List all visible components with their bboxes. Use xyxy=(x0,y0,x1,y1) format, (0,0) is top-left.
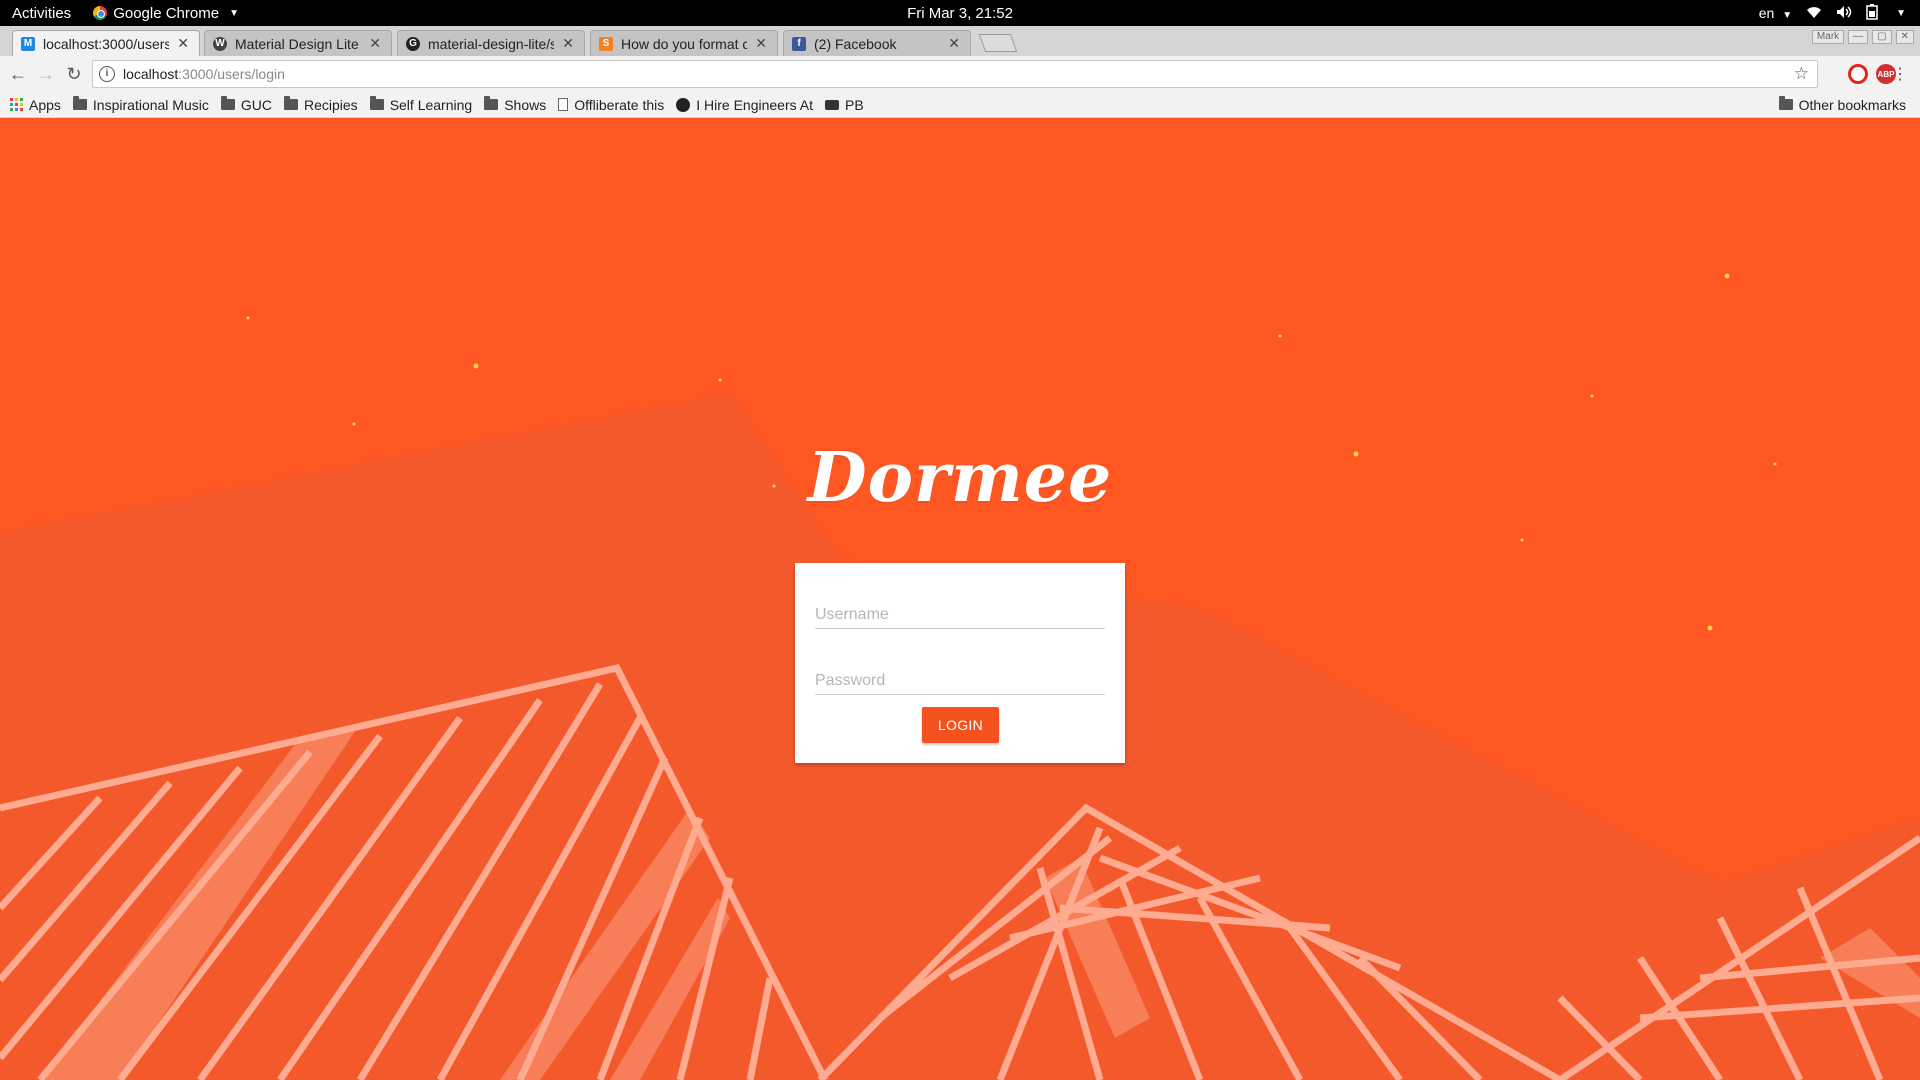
bookmark-label: I Hire Engineers At xyxy=(696,96,813,113)
bookmark-star-icon[interactable]: ☆ xyxy=(1794,64,1809,84)
close-window-icon[interactable]: ✕ xyxy=(1895,30,1914,44)
tab-title: Material Design Lite xyxy=(235,35,359,52)
apps-icon xyxy=(10,98,23,111)
close-icon[interactable]: ✕ xyxy=(948,35,960,52)
tab-title: localhost:3000/users/ xyxy=(43,35,170,52)
new-tab-button[interactable] xyxy=(978,34,1018,52)
wifi-icon xyxy=(1806,5,1822,22)
tab-title: How do you format c xyxy=(621,35,748,52)
bookmark-label: Recipies xyxy=(303,96,358,113)
bookmark-label: Offliberate this xyxy=(574,96,665,113)
tab-stackoverflow[interactable]: S How do you format c ✕ xyxy=(590,30,778,56)
bookmark-offliberate[interactable]: Offliberate this xyxy=(558,97,664,113)
dormee-logo: Dormee xyxy=(807,438,1113,518)
other-bookmarks[interactable]: Other bookmarks xyxy=(1778,96,1906,113)
language-indicator[interactable]: en ▼ xyxy=(1759,5,1792,21)
bookmark-shows[interactable]: Shows xyxy=(484,96,547,113)
password-field-wrapper xyxy=(815,649,1105,695)
login-button[interactable]: LOGIN xyxy=(922,707,999,743)
volume-icon xyxy=(1836,5,1852,22)
tab-favicon-icon: M xyxy=(21,36,35,51)
browser-toolbar: ← → ↻ i localhost:3000/users/login ☆ ABP… xyxy=(0,56,1920,92)
bookmark-label: Apps xyxy=(29,96,61,113)
tab-favicon-icon: G xyxy=(406,36,420,51)
bookmark-label: PB xyxy=(844,96,864,113)
info-icon[interactable]: i xyxy=(99,66,115,82)
forward-arrow-icon[interactable]: → xyxy=(32,64,60,85)
url-host: localhost xyxy=(123,66,179,82)
chevron-down-icon: ▼ xyxy=(229,7,239,19)
bookmark-recipies[interactable]: Recipies xyxy=(283,96,358,113)
username-field-wrapper xyxy=(815,583,1105,629)
username-input[interactable] xyxy=(815,606,1105,624)
folder-icon xyxy=(283,96,298,110)
tab-localhost[interactable]: M localhost:3000/users/ ✕ xyxy=(12,30,200,56)
opera-extension-icon[interactable] xyxy=(1848,64,1868,84)
bookmark-i-hire-engineers[interactable]: I Hire Engineers At xyxy=(676,97,813,113)
bookmark-label: Shows xyxy=(504,96,547,113)
bookmark-pb[interactable]: PB xyxy=(824,96,864,113)
password-input[interactable] xyxy=(815,672,1105,690)
chevron-down-icon: ▼ xyxy=(1896,7,1906,19)
chrome-icon xyxy=(93,6,108,20)
close-icon[interactable]: ✕ xyxy=(562,35,574,52)
minimize-icon[interactable]: — xyxy=(1848,30,1869,44)
tab-favicon-icon: W xyxy=(213,36,227,51)
window-controls: Mark — ▢ ✕ xyxy=(1811,30,1914,44)
activities-button[interactable]: Activities xyxy=(12,5,71,22)
system-top-bar: Activities Google Chrome ▼ Fri Mar 3, 21… xyxy=(0,0,1920,26)
close-icon[interactable]: ✕ xyxy=(177,35,189,52)
tab-favicon-icon: f xyxy=(792,36,806,51)
bookmarks-bar: Apps Inspirational Music GUC Recipies Se… xyxy=(0,92,1920,118)
menu-dots-icon[interactable]: ⋮ xyxy=(1892,64,1908,84)
tab-favicon-icon: S xyxy=(599,36,613,51)
address-bar[interactable]: i localhost:3000/users/login ☆ xyxy=(92,60,1818,88)
clock[interactable]: Fri Mar 3, 21:52 xyxy=(907,5,1013,22)
folder-icon xyxy=(72,96,87,110)
tab-material-design-lite[interactable]: W Material Design Lite ✕ xyxy=(204,30,392,56)
bookmark-label: Inspirational Music xyxy=(92,96,209,113)
chevron-down-icon: ▼ xyxy=(1782,10,1793,21)
app-menu[interactable]: Google Chrome ▼ xyxy=(93,5,239,22)
other-bookmarks-label: Other bookmarks xyxy=(1798,96,1906,113)
tab-title: material-design-lite/s xyxy=(428,35,555,52)
bookmark-self-learning[interactable]: Self Learning xyxy=(369,96,473,113)
login-card: LOGIN xyxy=(795,563,1125,763)
tab-title: (2) Facebook xyxy=(814,35,897,52)
bookmark-label: Self Learning xyxy=(389,96,473,113)
page-icon xyxy=(558,98,569,111)
bookmark-label: GUC xyxy=(240,96,272,113)
folder-icon xyxy=(1778,96,1793,110)
system-tray[interactable]: en ▼ ▼ xyxy=(1759,3,1906,23)
tab-github[interactable]: G material-design-lite/s ✕ xyxy=(397,30,585,56)
close-icon[interactable]: ✕ xyxy=(755,35,767,52)
tab-facebook[interactable]: f (2) Facebook ✕ xyxy=(783,30,971,56)
bookmark-apps[interactable]: Apps xyxy=(10,97,61,113)
printer-icon xyxy=(824,99,839,110)
folder-icon xyxy=(220,96,235,110)
app-menu-label: Google Chrome xyxy=(113,4,220,22)
close-icon[interactable]: ✕ xyxy=(369,35,381,52)
bookmark-guc[interactable]: GUC xyxy=(220,96,272,113)
page-content: Dormee LOGIN xyxy=(0,118,1920,1080)
site-icon xyxy=(676,97,691,112)
battery-icon xyxy=(1866,3,1878,23)
bookmark-inspirational-music[interactable]: Inspirational Music xyxy=(72,96,209,113)
profile-button[interactable]: Mark xyxy=(1811,30,1845,44)
maximize-icon[interactable]: ▢ xyxy=(1872,30,1892,44)
back-arrow-icon[interactable]: ← xyxy=(4,64,32,85)
folder-icon xyxy=(484,96,499,110)
reload-icon[interactable]: ↻ xyxy=(60,64,88,85)
url-path: :3000/users/login xyxy=(178,66,285,82)
folder-icon xyxy=(369,96,384,110)
language-label: en xyxy=(1758,5,1775,21)
tab-strip: M localhost:3000/users/ ✕ W Material Des… xyxy=(0,26,1920,56)
